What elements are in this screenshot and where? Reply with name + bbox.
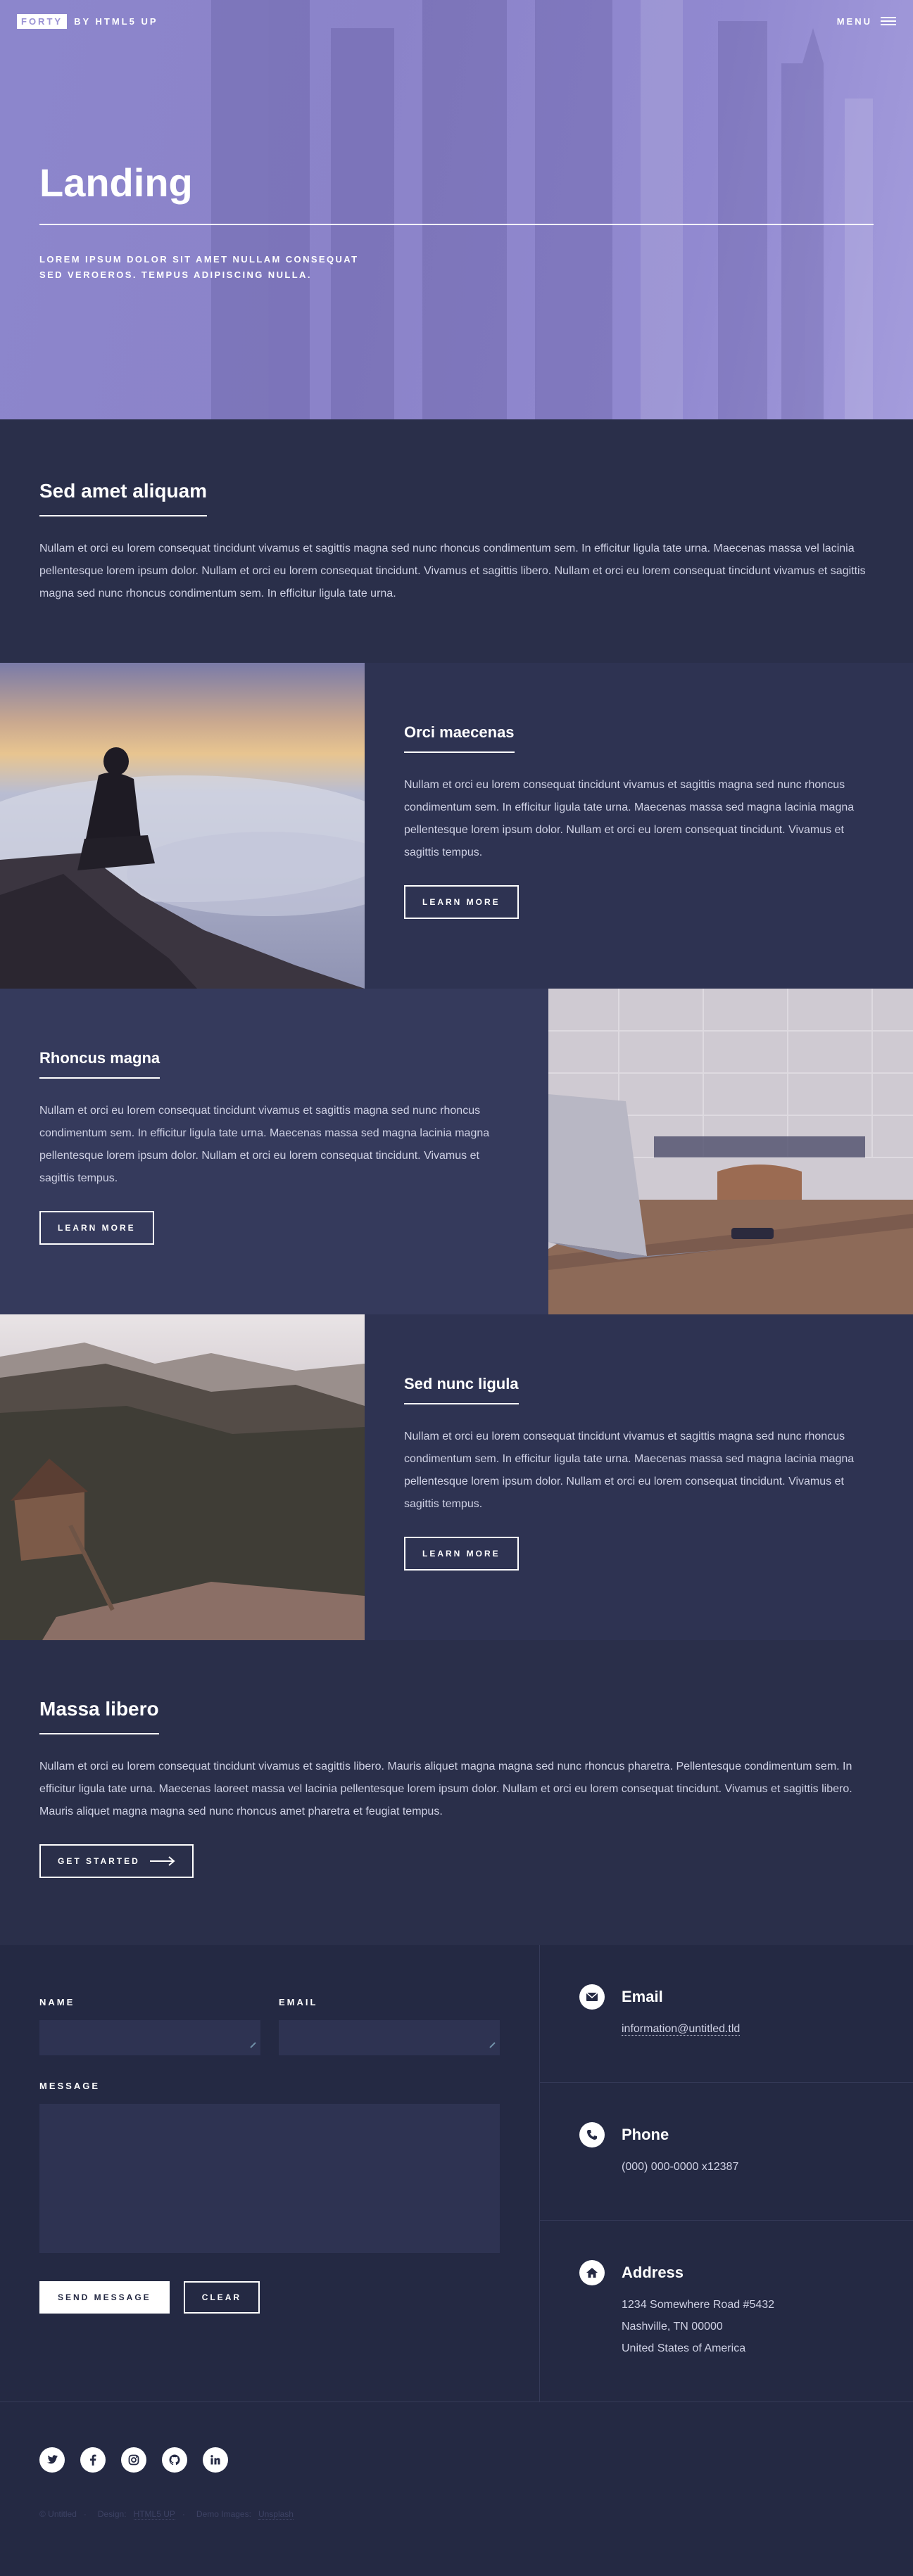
design-link[interactable]: HTML5 UP [133, 2509, 175, 2520]
envelope-icon [579, 1984, 605, 2010]
logo-text: BY HTML5 UP [74, 15, 158, 27]
get-started-label: GET STARTED [58, 1856, 140, 1866]
twitter-icon[interactable] [39, 2447, 65, 2473]
phone-info-body: Phone (000) 000-0000 x12387 [622, 2122, 738, 2220]
home-icon [579, 2260, 605, 2285]
banner-content: Landing LOREM IPSUM DOLOR SIT AMET NULLA… [39, 163, 874, 283]
site-footer: © Untitled · Design: HTML5 UP · Demo Ima… [0, 2402, 913, 2571]
site-header: FORTY BY HTML5 UP MENU [0, 0, 913, 42]
site-logo[interactable]: FORTY BY HTML5 UP [17, 13, 158, 29]
address-value: 1234 Somewhere Road #5432 Nashville, TN … [622, 2294, 774, 2359]
banner-subtitle-line1: LOREM IPSUM DOLOR SIT AMET NULLAM CONSEQ… [39, 254, 359, 265]
images-label: Demo Images: [196, 2509, 251, 2519]
spotlight-3-learn-more-button[interactable]: LEARN MORE [404, 1537, 519, 1571]
linkedin-icon[interactable] [203, 2447, 228, 2473]
phone-title: Phone [622, 2126, 669, 2143]
spotlight-1-content: Orci maecenas Nullam et orci eu lorem co… [365, 663, 913, 989]
get-started-button[interactable]: GET STARTED [39, 1844, 194, 1878]
address-title: Address [622, 2264, 684, 2281]
banner-title: Landing [39, 160, 193, 205]
clear-button[interactable]: CLEAR [183, 2281, 260, 2314]
separator: · [182, 2509, 185, 2519]
arrow-right-icon [149, 1856, 175, 1866]
send-message-button[interactable]: SEND MESSAGE [39, 2281, 170, 2314]
spotlight-1: Orci maecenas Nullam et orci eu lorem co… [0, 663, 913, 989]
spotlight-3-text: Nullam et orci eu lorem consequat tincid… [404, 1430, 855, 1510]
spotlight-3-content: Sed nunc ligula Nullam et orci eu lorem … [365, 1314, 913, 1640]
email-label: EMAIL [279, 1997, 318, 2007]
copyright-text: © Untitled [39, 2509, 77, 2519]
phone-value: (000) 000-0000 x12387 [622, 2161, 739, 2173]
name-field-group: NAME [39, 1997, 260, 2055]
instagram-icon[interactable] [121, 2447, 146, 2473]
resize-handle-icon [250, 2042, 256, 2048]
spotlight-image-laptop [548, 989, 913, 1314]
spotlight-2-text: Nullam et orci eu lorem consequat tincid… [39, 1105, 490, 1184]
menu-label: MENU [836, 15, 872, 27]
email-field-group: EMAIL [279, 1997, 500, 2055]
massa-heading: Massa libero [39, 1698, 159, 1734]
spotlight-3-title: Sed nunc ligula [404, 1375, 519, 1404]
banner: Landing LOREM IPSUM DOLOR SIT AMET NULLA… [0, 0, 913, 419]
banner-subtitle-line2: SED VEROEROS. TEMPUS ADIPISCING NULLA. [39, 269, 312, 280]
form-actions: SEND MESSAGE CLEAR [39, 2281, 500, 2314]
spotlight-1-text: Nullam et orci eu lorem consequat tincid… [404, 779, 855, 858]
message-textarea[interactable] [39, 2104, 500, 2253]
spotlight-2-title: Rhoncus magna [39, 1049, 160, 1079]
contact-section: NAME EMAIL MESSAGE SEND MESSAGE CLEAR Em… [0, 1945, 913, 2402]
email-title: Email [622, 1988, 663, 2005]
message-label: MESSAGE [39, 2081, 101, 2091]
contact-form: NAME EMAIL MESSAGE SEND MESSAGE CLEAR [0, 1945, 540, 2401]
phone-icon [579, 2122, 605, 2147]
separator: · [83, 2509, 87, 2519]
design-label: Design: [97, 2509, 127, 2519]
github-icon[interactable] [162, 2447, 187, 2473]
massa-section: Massa libero Nullam et orci eu lorem con… [0, 1640, 913, 1945]
form-row-name-email: NAME EMAIL [39, 1997, 500, 2055]
hamburger-icon [881, 17, 896, 25]
spotlight-1-learn-more-button[interactable]: LEARN MORE [404, 885, 519, 919]
name-input[interactable] [39, 2020, 260, 2055]
spotlight-image-mountain [0, 663, 365, 989]
menu-button[interactable]: MENU [837, 16, 896, 27]
banner-subtitle: LOREM IPSUM DOLOR SIT AMET NULLAM CONSEQ… [39, 252, 370, 283]
phone-info: Phone (000) 000-0000 x12387 [540, 2083, 913, 2221]
address-line-3: United States of America [622, 2342, 746, 2354]
facebook-icon[interactable] [80, 2447, 106, 2473]
massa-text: Nullam et orci eu lorem consequat tincid… [39, 1760, 852, 1817]
spotlight-2-content: Rhoncus magna Nullam et orci eu lorem co… [0, 989, 548, 1314]
email-link[interactable]: information@untitled.tld [622, 2023, 741, 2036]
email-info: Email information@untitled.tld [540, 1945, 913, 2083]
contact-info: Email information@untitled.tld Phone (00… [540, 1945, 913, 2401]
address-line-2: Nashville, TN 00000 [622, 2321, 723, 2333]
logo-box: FORTY [17, 13, 68, 29]
address-info: Address 1234 Somewhere Road #5432 Nashvi… [540, 2221, 913, 2359]
banner-divider [39, 224, 874, 225]
email-value-wrap: information@untitled.tld [622, 2018, 741, 2040]
name-label: NAME [39, 1997, 75, 2007]
spotlight-image-forest [0, 1314, 365, 1640]
email-info-body: Email information@untitled.tld [622, 1984, 741, 2082]
address-info-body: Address 1234 Somewhere Road #5432 Nashvi… [622, 2260, 774, 2359]
spotlight-2: Rhoncus magna Nullam et orci eu lorem co… [0, 989, 913, 1314]
spotlight-3: Sed nunc ligula Nullam et orci eu lorem … [0, 1314, 913, 1640]
message-field-group: MESSAGE [39, 2081, 500, 2253]
images-link[interactable]: Unsplash [258, 2509, 294, 2520]
spotlight-1-title: Orci maecenas [404, 723, 515, 753]
address-line-1: 1234 Somewhere Road #5432 [622, 2299, 775, 2311]
intro-section: Sed amet aliquam Nullam et orci eu lorem… [0, 419, 913, 663]
intro-text: Nullam et orci eu lorem consequat tincid… [39, 543, 866, 599]
email-input[interactable] [279, 2020, 500, 2055]
spotlight-2-learn-more-button[interactable]: LEARN MORE [39, 1211, 154, 1245]
intro-heading: Sed amet aliquam [39, 480, 208, 516]
resize-handle-icon [489, 2042, 496, 2048]
copyright: © Untitled · Design: HTML5 UP · Demo Ima… [39, 2509, 874, 2520]
social-links [39, 2447, 874, 2473]
